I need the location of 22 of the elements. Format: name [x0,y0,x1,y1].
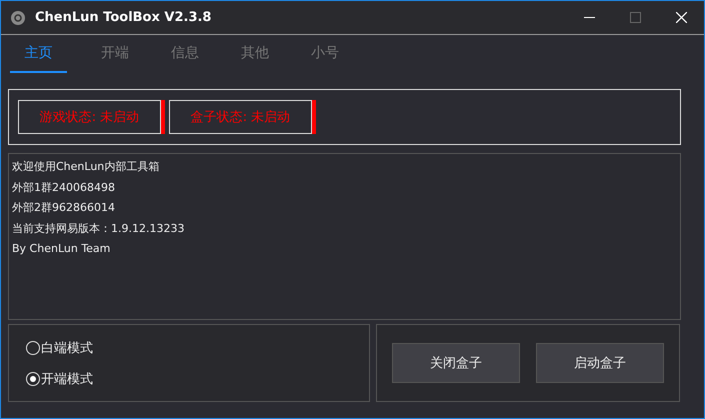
radio-label[interactable]: 开端模式 [41,370,93,388]
app-logo-icon [11,10,25,24]
tab[interactable]: 其他 [220,35,290,73]
radio-button[interactable] [26,372,40,386]
tab[interactable]: 小号 [290,35,360,73]
status-label: 盒子状态: 未启动 [169,100,312,134]
window-title: ChenLun ToolBox V2.3.8 [35,10,212,25]
log-line: 外部2群962866014 [12,200,116,216]
status-label: 游戏状态: 未启动 [18,100,161,134]
action-button[interactable]: 关闭盒子 [392,343,520,383]
action-button[interactable]: 启动盒子 [536,343,664,383]
tab[interactable]: 主页 [10,35,67,73]
tab[interactable]: 信息 [150,35,220,73]
log-line: 外部1群240068498 [12,180,116,196]
radio-label[interactable]: 白端模式 [41,338,93,356]
log-line: By ChenLun Team [12,241,112,257]
maximize-icon [630,12,640,23]
log-line: 当前支持网易版本：1.9.12.13233 [12,220,186,236]
log-line: 欢迎使用ChenLun内部工具箱 [12,159,160,175]
close-icon [676,12,686,23]
radio-button[interactable] [26,340,40,354]
tab[interactable]: 开端 [80,35,150,73]
